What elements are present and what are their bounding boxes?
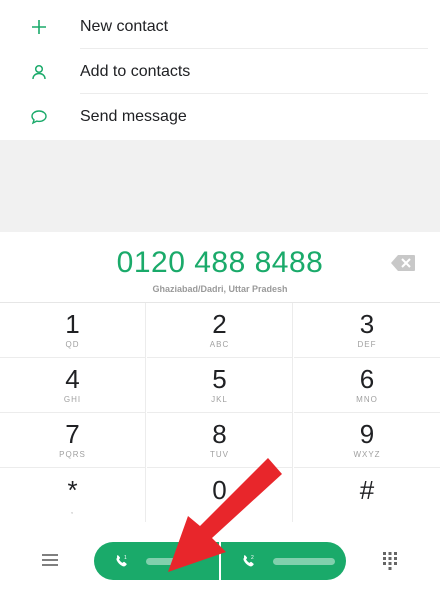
key-3[interactable]: 3 DEF — [294, 303, 440, 358]
key-6[interactable]: 6 MNO — [294, 358, 440, 413]
send-message-label: Send message — [80, 107, 187, 125]
call-sim1-button[interactable]: 1 — [94, 542, 219, 580]
call-button-group: 1 2 — [94, 542, 346, 580]
key-digit: # — [359, 474, 375, 505]
key-9[interactable]: 9 WXYZ — [294, 413, 440, 468]
svg-text:2: 2 — [251, 555, 254, 561]
key-letters: WXYZ — [353, 450, 381, 459]
bottom-bar: 1 2 — [0, 522, 440, 600]
key-5[interactable]: 5 JKL — [147, 358, 293, 413]
key-digit: 2 — [212, 309, 227, 339]
key-2[interactable]: 2 ABC — [147, 303, 293, 358]
key-hash[interactable]: # — [294, 468, 440, 523]
key-digit: 9 — [359, 419, 375, 449]
key-letters: + — [216, 505, 223, 515]
dialer-screen: New contact Add to contacts Send message… — [0, 0, 440, 600]
action-list: New contact Add to contacts Send message — [0, 0, 440, 140]
keypad: 1 QD 2 ABC 3 DEF 4 GHI 5 JKL 6 MNO 7 PQR… — [0, 302, 440, 523]
key-digit: 6 — [359, 364, 375, 394]
key-digit: 7 — [65, 419, 80, 449]
key-letters: QD — [65, 340, 80, 349]
phone-sim2-icon: 2 — [241, 553, 257, 569]
key-0[interactable]: 0 + — [147, 468, 293, 523]
key-7[interactable]: 7 PQRS — [0, 413, 146, 468]
send-message-action[interactable]: Send message — [0, 94, 440, 139]
key-digit: 4 — [65, 364, 80, 394]
number-display: 0120 488 8488 Ghaziabad/Dadri, Uttar Pra… — [0, 232, 440, 302]
key-letters: JKL — [211, 395, 228, 404]
key-letters: GHI — [63, 395, 82, 404]
plus-icon — [28, 16, 50, 38]
menu-icon[interactable] — [40, 552, 60, 568]
new-contact-label: New contact — [80, 17, 169, 35]
key-digit: 3 — [359, 309, 375, 339]
add-to-contacts-action[interactable]: Add to contacts — [0, 49, 440, 94]
dialed-number: 0120 488 8488 — [116, 246, 324, 279]
svg-text:1: 1 — [124, 555, 127, 561]
key-digit: 5 — [212, 364, 227, 394]
key-4[interactable]: 4 GHI — [0, 358, 146, 413]
number-location: Ghaziabad/Dadri, Uttar Pradesh — [152, 284, 288, 294]
key-letters: DEF — [357, 340, 377, 349]
phone-sim1-icon: 1 — [114, 553, 130, 569]
key-star[interactable]: * , — [0, 468, 146, 523]
person-icon — [28, 61, 50, 83]
key-letters: MNO — [356, 395, 378, 404]
redacted-label — [146, 558, 180, 565]
key-letters: PQRS — [59, 450, 86, 459]
key-digit: 1 — [65, 309, 80, 339]
key-letters: ABC — [209, 340, 230, 349]
key-8[interactable]: 8 TUV — [147, 413, 293, 468]
key-digit: 0 — [212, 474, 227, 505]
message-bubble-icon — [28, 106, 50, 128]
key-letters: , — [70, 505, 75, 515]
empty-area — [0, 140, 440, 232]
backspace-icon[interactable] — [390, 254, 416, 272]
redacted-label — [273, 558, 335, 565]
key-1[interactable]: 1 QD — [0, 303, 146, 358]
key-digit: * — [67, 474, 78, 505]
key-letters: TUV — [210, 450, 229, 459]
add-to-contacts-label: Add to contacts — [80, 62, 191, 80]
key-digit: 8 — [212, 419, 227, 449]
call-sim2-button[interactable]: 2 — [221, 542, 346, 580]
new-contact-action[interactable]: New contact — [0, 4, 440, 49]
dialpad-icon[interactable] — [380, 550, 400, 570]
